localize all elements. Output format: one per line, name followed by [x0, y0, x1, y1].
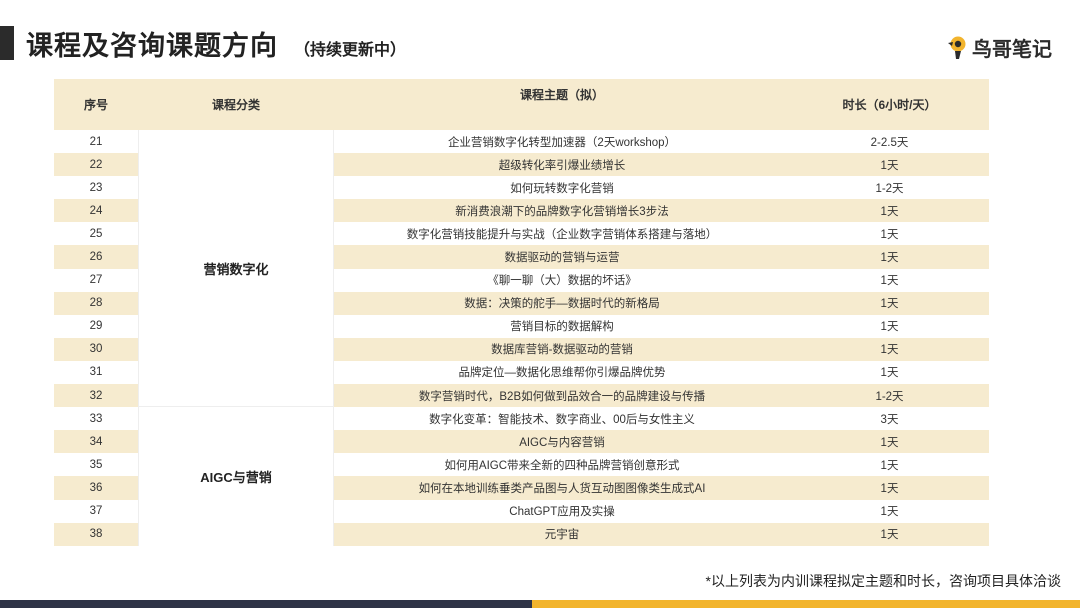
- cell-topic: 数据驱动的营销与运营: [334, 245, 790, 269]
- cell-duration: 1-2天: [875, 182, 904, 195]
- header-category: 课程分类: [211, 98, 260, 112]
- column-no: 21 22 23 24 25 26 27 28 29 30 31 32 33 34 35 36 37 38: [54, 130, 138, 546]
- cell-no: 22: [54, 153, 138, 177]
- cell-duration: 1天: [880, 228, 899, 241]
- bird-logo-icon: [948, 36, 966, 59]
- column-duration: 2-2.5天 1天 1-2天 1天 1天 1天 1天 1天 1天 1天 1天 1-2天 3天 1天 1天 1天…: [790, 130, 989, 546]
- cell-duration: 1天: [790, 430, 989, 454]
- cell-duration: 2-2.5天: [870, 136, 909, 149]
- title-accent-bar: [0, 26, 14, 60]
- cell-topic: 新消费浪潮下的品牌数字化营销增长3步法: [334, 199, 790, 223]
- bottom-band-gold: [532, 600, 1080, 608]
- cell-no: 26: [54, 245, 138, 269]
- cell-duration: 1天: [790, 337, 989, 361]
- cell-no: 34: [54, 430, 138, 454]
- course-table: 序号 课程分类 课程主题（拟） 时长（6小时/天） 21 22 23 24 25 26 27…: [54, 79, 989, 546]
- category-group: 营销数字化: [138, 130, 334, 408]
- column-category: 营销数字化 AIGC与营销: [138, 130, 334, 546]
- cell-duration: 1天: [880, 275, 899, 288]
- cell-topic: 营销目标的数据解构: [510, 321, 614, 334]
- cell-topic: 数字营销时代，B2B如何做到品效合一的品牌建设与传播: [334, 384, 790, 408]
- cell-no: 28: [54, 291, 138, 315]
- cell-no: 30: [54, 337, 138, 361]
- cell-duration: 1天: [790, 522, 989, 546]
- cell-no: 25: [89, 227, 103, 240]
- cell-duration: 1-2天: [790, 384, 989, 408]
- cell-topic: 数据：决策的舵手—数据时代的新格局: [334, 291, 790, 315]
- cell-duration: 1天: [790, 153, 989, 177]
- cell-no: 38: [54, 522, 138, 546]
- cell-duration: 1天: [880, 459, 899, 472]
- brand-logo: 鸟哥笔记: [946, 33, 1052, 61]
- category-group: AIGC与营销: [138, 407, 334, 546]
- cell-no: 31: [89, 366, 103, 379]
- table-body: 21 22 23 24 25 26 27 28 29 30 31 32 33 34 35 36 37 38 营销数…: [54, 130, 989, 546]
- cell-no: 33: [89, 412, 103, 425]
- cell-duration: 1天: [880, 321, 899, 334]
- cell-duration: 1天: [790, 291, 989, 315]
- cell-topic: 《聊一聊（大）数据的坏话》: [487, 275, 637, 288]
- cell-no: 36: [54, 476, 138, 500]
- cell-duration: 3天: [880, 413, 899, 426]
- cell-duration: 1天: [880, 367, 899, 380]
- cell-no: 27: [89, 274, 103, 287]
- cell-topic: 超级转化率引爆业绩增长: [334, 153, 790, 177]
- cell-no: 21: [89, 135, 103, 148]
- header-topic: 课程主题（拟）: [519, 88, 604, 102]
- cell-topic: 数字化营销技能提升与实战（企业数字营销体系搭建与落地）: [406, 228, 718, 241]
- footnote: *以上列表为内训课程拟定主题和时长，咨询项目具体洽谈: [705, 573, 1061, 589]
- cell-no: 35: [89, 458, 103, 471]
- cell-topic: 数据库营销-数据驱动的营销: [334, 337, 790, 361]
- cell-topic: 如何玩转数字化营销: [510, 182, 614, 195]
- cell-duration: 1天: [790, 199, 989, 223]
- cell-topic: ChatGPT应用及实操: [509, 506, 615, 519]
- page-title: 课程及咨询课题方向: [26, 31, 278, 62]
- cell-topic: 企业营销数字化转型加速器（2天workshop）: [447, 136, 677, 149]
- cell-no: 37: [89, 505, 103, 518]
- header-no: 序号: [83, 98, 108, 112]
- table-header: 序号 课程分类 课程主题（拟） 时长（6小时/天）: [54, 79, 989, 130]
- cell-no: 29: [89, 320, 103, 333]
- column-topic: 企业营销数字化转型加速器（2天workshop） 超级转化率引爆业绩增长如何玩转数…: [334, 130, 790, 546]
- cell-no: 23: [89, 181, 103, 194]
- cell-topic: AIGC与内容营销: [334, 430, 790, 454]
- header-duration: 时长（6小时/天）: [842, 98, 937, 112]
- cell-topic: 元宇宙: [334, 522, 790, 546]
- cell-no: 24: [54, 199, 138, 223]
- cell-topic: 数字化变革：智能技术、数字商业、00后与女性主义: [429, 413, 695, 426]
- cell-topic: 如何用AIGC带来全新的四种品牌营销创意形式: [444, 459, 680, 472]
- cell-topic: 品牌定位—数据化思维帮你引爆品牌优势: [458, 367, 666, 380]
- cell-duration: 1天: [790, 245, 989, 269]
- page-subtitle: （持续更新中）: [294, 40, 407, 59]
- cell-no: 32: [54, 384, 138, 408]
- cell-duration: 1天: [880, 506, 899, 519]
- cell-duration: 1天: [790, 476, 989, 500]
- logo-text: 鸟哥笔记: [972, 38, 1052, 61]
- cell-topic: 如何在本地训练垂类产品图与人货互动图图像类生成式AI: [334, 476, 790, 500]
- bottom-band-dark: [0, 600, 532, 608]
